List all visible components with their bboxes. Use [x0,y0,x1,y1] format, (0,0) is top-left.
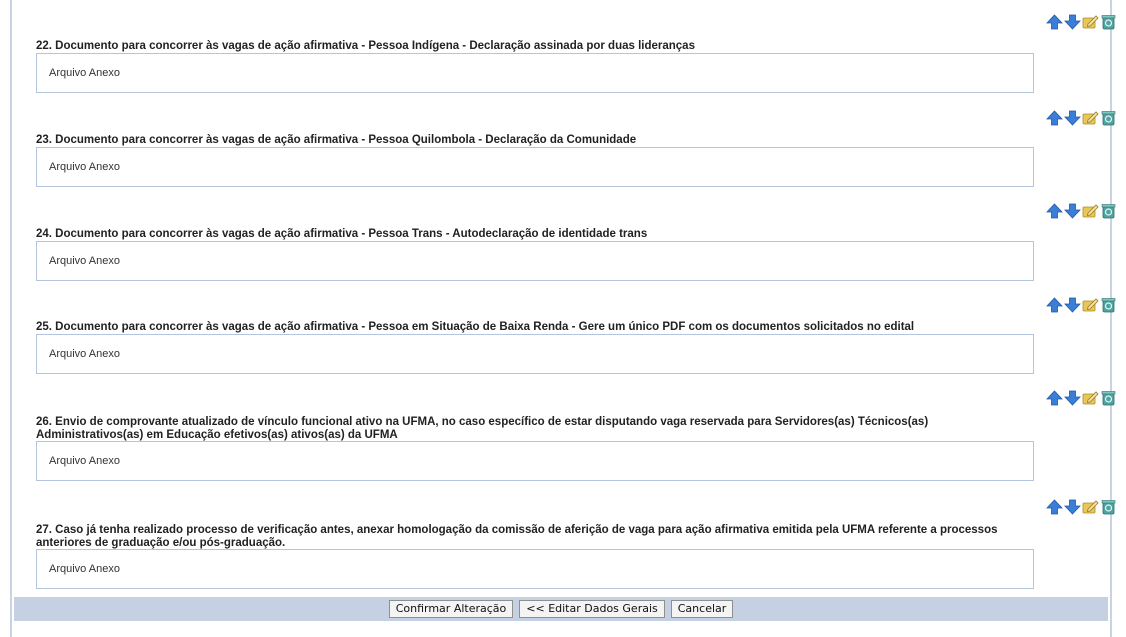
cancel-button[interactable]: Cancelar [670,600,734,618]
attachment-link[interactable]: Arquivo Anexo [49,563,120,575]
question-label: 23. Documento para concorrer às vagas de… [36,134,637,146]
answer-box: Arquivo Anexo [36,241,1034,281]
edit-icon[interactable] [1082,14,1099,30]
delete-icon[interactable] [1100,297,1117,313]
edit-icon[interactable] [1082,390,1099,406]
question-label: 22. Documento para concorrer às vagas de… [36,40,695,52]
edit-icon[interactable] [1082,499,1099,515]
question-23-actions [1046,110,1117,126]
move-down-icon[interactable] [1064,110,1081,126]
delete-icon[interactable] [1100,203,1117,219]
attachment-link[interactable]: Arquivo Anexo [49,161,120,173]
attachment-link[interactable]: Arquivo Anexo [49,67,120,79]
question-label: 26. Envio de comprovante atualizado de v… [36,416,929,441]
delete-icon[interactable] [1100,499,1117,515]
attachment-link[interactable]: Arquivo Anexo [49,348,120,360]
delete-icon[interactable] [1100,390,1117,406]
answer-box: Arquivo Anexo [36,441,1034,481]
form-frame: 22. Documento para concorrer às vagas de… [10,0,1116,637]
question-27-actions [1046,499,1117,515]
question-label: 25. Documento para concorrer às vagas de… [36,321,915,333]
move-up-icon[interactable] [1046,203,1063,219]
move-up-icon[interactable] [1046,297,1063,313]
move-up-icon[interactable] [1046,14,1063,30]
edit-icon[interactable] [1082,297,1099,313]
delete-icon[interactable] [1100,14,1117,30]
answer-box: Arquivo Anexo [36,53,1034,93]
edit-general-data-button[interactable]: << Editar Dados Gerais [519,600,665,618]
attachment-link[interactable]: Arquivo Anexo [49,255,120,267]
question-24-actions [1046,203,1117,219]
edit-icon[interactable] [1082,110,1099,126]
move-down-icon[interactable] [1064,499,1081,515]
question-label: 24. Documento para concorrer às vagas de… [36,228,648,240]
confirm-button[interactable]: Confirmar Alteração [388,600,514,618]
edit-icon[interactable] [1082,203,1099,219]
answer-box: Arquivo Anexo [36,549,1034,589]
question-26-actions [1046,390,1117,406]
form-action-bar: Confirmar Alteração << Editar Dados Gera… [14,597,1108,621]
answer-box: Arquivo Anexo [36,334,1034,374]
move-down-icon[interactable] [1064,390,1081,406]
move-up-icon[interactable] [1046,390,1063,406]
move-down-icon[interactable] [1064,297,1081,313]
question-22-actions [1046,14,1117,30]
answer-box: Arquivo Anexo [36,147,1034,187]
move-up-icon[interactable] [1046,499,1063,515]
move-down-icon[interactable] [1064,14,1081,30]
move-down-icon[interactable] [1064,203,1081,219]
attachment-link[interactable]: Arquivo Anexo [49,455,120,467]
question-label: 27. Caso já tenha realizado processo de … [36,524,998,549]
question-25-actions [1046,297,1117,313]
delete-icon[interactable] [1100,110,1117,126]
move-up-icon[interactable] [1046,110,1063,126]
